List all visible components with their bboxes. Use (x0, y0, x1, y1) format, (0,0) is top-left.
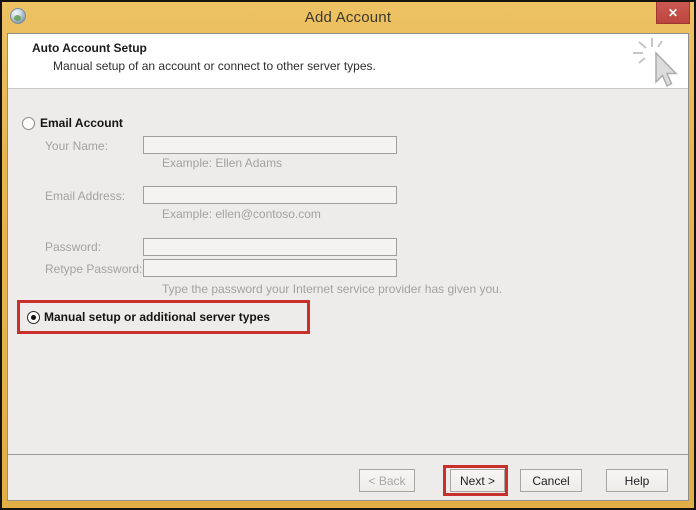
cancel-button[interactable]: Cancel (520, 469, 582, 492)
title-bar[interactable]: Add Account (2, 2, 694, 33)
app-icon (10, 8, 26, 24)
email-address-example: Example: ellen@contoso.com (162, 207, 321, 221)
page-subtitle: Manual setup of an account or connect to… (53, 59, 376, 73)
email-address-input[interactable] (143, 186, 397, 204)
footer-separator (8, 454, 688, 455)
back-button[interactable]: < Back (359, 469, 415, 492)
manual-setup-radio-label[interactable]: Manual setup or additional server types (44, 310, 270, 324)
your-name-example: Example: Ellen Adams (162, 156, 283, 170)
manual-setup-radio[interactable] (27, 311, 40, 324)
your-name-input[interactable] (143, 136, 397, 154)
next-button[interactable]: Next > (450, 469, 505, 492)
password-label: Password: (45, 240, 102, 254)
retype-password-label: Retype Password: (45, 262, 143, 276)
password-input[interactable] (143, 238, 397, 256)
email-address-label: Email Address: (45, 189, 126, 203)
close-button[interactable]: ✕ (656, 2, 690, 24)
password-hint: Type the password your Internet service … (162, 282, 503, 296)
email-account-radio[interactable] (22, 117, 35, 130)
retype-password-input[interactable] (143, 259, 397, 277)
page-title: Auto Account Setup (32, 41, 147, 55)
window-title: Add Account (304, 9, 392, 26)
add-account-dialog: Add Account ✕ Auto Account Setup Manual … (0, 0, 696, 510)
your-name-label: Your Name: (45, 139, 108, 153)
wizard-cursor-icon (633, 38, 678, 88)
help-button[interactable]: Help (606, 469, 668, 492)
email-account-radio-label[interactable]: Email Account (40, 116, 123, 130)
close-icon: ✕ (667, 5, 679, 20)
